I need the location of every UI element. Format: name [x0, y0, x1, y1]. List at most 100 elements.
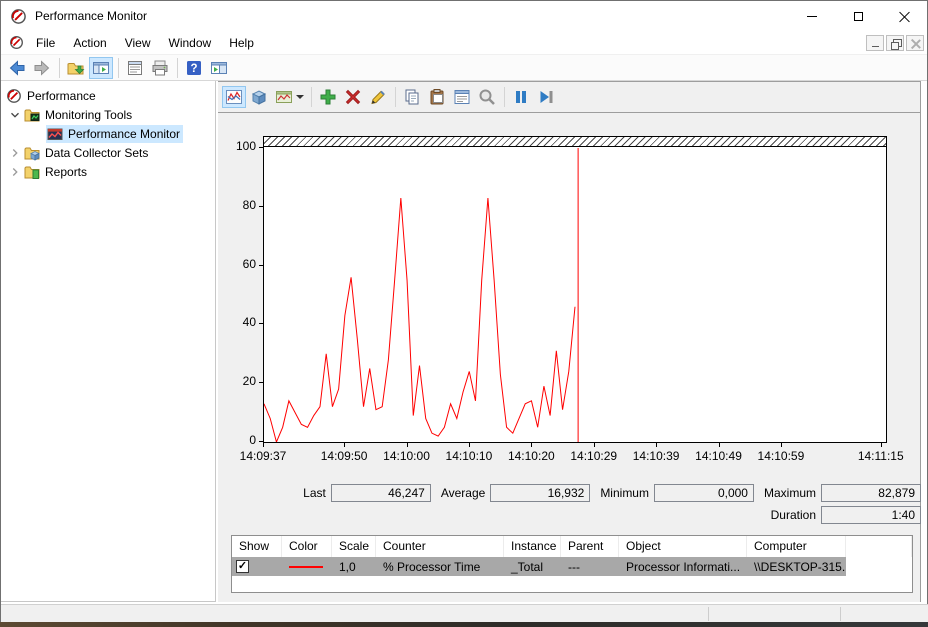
y-axis-tick [259, 323, 263, 324]
forward-button[interactable] [30, 57, 54, 79]
color-cell [282, 557, 332, 576]
column-header-show[interactable]: Show [232, 536, 282, 557]
last-value: 46,247 [331, 484, 431, 502]
mdi-close-button[interactable] [906, 35, 924, 51]
chart-plot [263, 136, 887, 443]
tree-item-label: Reports [45, 165, 87, 179]
desktop-edge-strip [0, 622, 928, 627]
console-tree-panel: Performance Monitoring Tools [1, 81, 216, 602]
x-axis-tick [719, 443, 720, 447]
x-axis-tick [531, 443, 532, 447]
mdi-window-buttons [866, 35, 924, 51]
chart-monitor-icon [47, 126, 63, 142]
export-list-button[interactable] [123, 57, 147, 79]
back-button[interactable] [5, 57, 29, 79]
help-button[interactable]: ? [182, 57, 206, 79]
y-axis-label: 80 [218, 198, 256, 212]
svg-text:?: ? [190, 63, 197, 75]
action-pane-icon [209, 58, 229, 78]
y-axis-tick [259, 441, 263, 442]
mdi-restore-icon [891, 39, 900, 48]
x-axis-label: 14:11:15 [858, 449, 904, 463]
back-icon [7, 58, 27, 78]
chevron-right-icon[interactable] [8, 165, 22, 179]
tree-item-performance-monitor[interactable]: Performance Monitor [1, 124, 215, 143]
tree-item-label: Performance [27, 89, 96, 103]
print-button[interactable] [148, 57, 172, 79]
status-bar-divider [708, 607, 709, 621]
close-button[interactable] [881, 1, 927, 31]
x-axis-tick [656, 443, 657, 447]
folder-arrow-button[interactable] [64, 57, 88, 79]
column-header-color[interactable]: Color [282, 536, 332, 557]
column-header-object[interactable]: Object [619, 536, 747, 557]
minimum-value: 0,000 [654, 484, 754, 502]
column-header-counter[interactable]: Counter [376, 536, 504, 557]
app-window: Performance Monitor File Action View Win… [0, 0, 928, 622]
minimize-button[interactable] [789, 1, 835, 31]
chart-area: Last 46,247 Average 16,932 Minimum 0,000… [218, 82, 920, 602]
chart-top-hatch [264, 137, 886, 147]
counter-table-header: Show Color Scale Counter Instance Parent… [232, 536, 912, 557]
tree-item-performance[interactable]: Performance [1, 86, 215, 105]
folder-arrow-icon [66, 58, 86, 78]
x-axis-label: 14:10:39 [633, 449, 680, 463]
menu-window[interactable]: Window [160, 33, 221, 53]
tree-item-monitoring-tools[interactable]: Monitoring Tools [1, 105, 215, 124]
counter-color-swatch [289, 566, 323, 568]
processor-time-line [264, 198, 575, 442]
show-checkbox-checked[interactable] [236, 560, 249, 573]
average-value: 16,932 [490, 484, 590, 502]
folder-cube-icon [24, 145, 40, 161]
maximum-value: 82,879 [821, 484, 921, 502]
y-axis-tick [259, 265, 263, 266]
row-filler [846, 557, 912, 576]
y-axis-label: 0 [218, 433, 256, 447]
column-header-computer[interactable]: Computer [747, 536, 846, 557]
show-cell [232, 557, 282, 576]
maximize-button[interactable] [835, 1, 881, 31]
perfmon-logo-icon [9, 35, 24, 50]
show-console-tree-button[interactable] [89, 57, 113, 79]
mdi-restore-button[interactable] [886, 35, 904, 51]
title-bar: Performance Monitor [1, 1, 927, 31]
mdi-minimize-button[interactable] [866, 35, 884, 51]
chart-series [264, 148, 886, 442]
tree-item-data-collector-sets[interactable]: Data Collector Sets [1, 143, 215, 162]
perfmon-logo-icon [6, 88, 22, 104]
y-axis-tick [259, 206, 263, 207]
toolbar-separator [177, 58, 178, 78]
print-icon [150, 58, 170, 78]
x-axis-label: 14:10:59 [758, 449, 805, 463]
menu-action[interactable]: Action [64, 33, 115, 53]
chevron-down-icon[interactable] [8, 108, 22, 122]
tree-item-reports[interactable]: Reports [1, 162, 215, 181]
scale-cell: 1,0 [332, 557, 376, 576]
x-axis-tick [469, 443, 470, 447]
menu-help[interactable]: Help [220, 33, 263, 53]
y-axis-label: 40 [218, 315, 256, 329]
tree-item-label: Monitoring Tools [45, 108, 132, 122]
average-label: Average [441, 486, 485, 500]
counter-row[interactable]: 1,0 % Processor Time _Total --- Processo… [232, 557, 912, 576]
action-pane-button[interactable] [207, 57, 231, 79]
chevron-right-icon[interactable] [8, 146, 22, 160]
y-axis-label: 20 [218, 374, 256, 388]
x-axis-label: 14:10:20 [508, 449, 555, 463]
menu-file[interactable]: File [27, 33, 64, 53]
menu-view[interactable]: View [116, 33, 160, 53]
perfmon-view-panel: Last 46,247 Average 16,932 Minimum 0,000… [218, 81, 921, 602]
y-axis-label: 60 [218, 257, 256, 271]
maximum-label: Maximum [764, 486, 816, 500]
last-label: Last [303, 486, 326, 500]
y-axis-tick [259, 147, 263, 148]
tree-item-label: Data Collector Sets [45, 146, 148, 160]
column-header-instance[interactable]: Instance [504, 536, 561, 557]
column-header-filler [846, 536, 912, 557]
column-header-parent[interactable]: Parent [561, 536, 619, 557]
x-axis-label: 14:09:37 [240, 449, 287, 463]
show-console-tree-icon [91, 58, 111, 78]
x-axis-tick [881, 443, 882, 447]
column-header-scale[interactable]: Scale [332, 536, 376, 557]
x-axis-label: 14:10:29 [570, 449, 617, 463]
